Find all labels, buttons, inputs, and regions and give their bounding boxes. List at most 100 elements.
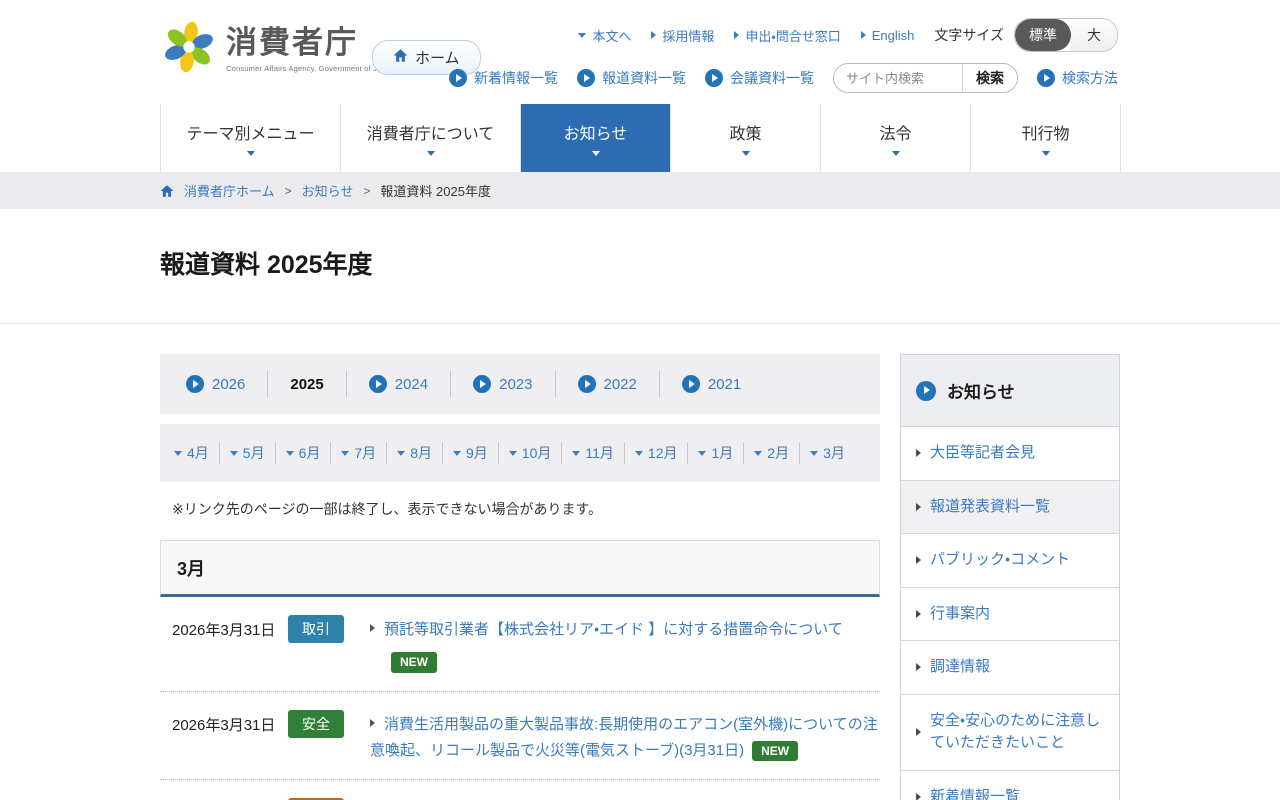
sidebar-item-safety-caution[interactable]: 安全・安心のために注意していただきたいこと [901, 695, 1119, 771]
nav-publications[interactable]: 刊行物 [971, 104, 1121, 172]
chevron-down-icon [892, 151, 900, 156]
play-circle-icon [369, 375, 387, 393]
agency-logo[interactable]: 消費者庁 Consumer Affairs Agency, Government… [162, 20, 395, 79]
arrow-right-icon [916, 610, 921, 618]
month-links: 4月 5月 6月 7月 8月 9月 10月 11月 12月 1月 2月 3月 [160, 424, 880, 482]
search-help-link[interactable]: 検索方法 [1037, 68, 1118, 88]
chevron-down-icon [247, 151, 255, 156]
news-row: 2026年3月31日 安全 消費生活用製品の重大製品事故:長期使用のエアコン(室… [160, 692, 880, 781]
font-size-standard-button[interactable]: 標準 [1015, 19, 1071, 51]
news-link[interactable]: 預託等取引業者【株式会社リア・エイド 】に対する措置命令について [384, 621, 843, 638]
chevron-down-icon [174, 451, 182, 456]
chevron-down-icon [427, 151, 435, 156]
month-link-7[interactable]: 7月 [331, 442, 387, 464]
chevron-down-icon [754, 451, 762, 456]
home-icon [393, 48, 408, 67]
agency-name: 消費者庁 [226, 26, 395, 60]
chevron-down-icon [578, 33, 586, 38]
sidebar-item-new-info[interactable]: 新着情報一覧 [901, 771, 1119, 800]
disclaimer-note: ※リンク先のページの一部は終了し、表示できない場合があります。 [172, 499, 880, 519]
news-link[interactable]: 消費生活用製品の重大製品事故:長期使用のエアコン(室外機)についての注意喚起、リ… [370, 716, 878, 759]
arrow-right-icon [734, 31, 739, 39]
chevron-down-icon [572, 451, 580, 456]
sidebar-item-press-conference[interactable]: 大臣等記者会見 [901, 427, 1119, 481]
month-link-10[interactable]: 10月 [499, 442, 563, 464]
play-circle-icon [577, 69, 595, 87]
category-badge-trade: 取引 [288, 615, 344, 643]
arrow-right-icon [916, 728, 921, 736]
arrow-right-icon [916, 503, 921, 511]
new-badge: NEW [391, 652, 437, 672]
chevron-down-icon [742, 151, 750, 156]
year-tabs: 2026 2025 2024 2023 2022 2021 [160, 354, 880, 414]
nav-policy[interactable]: 政策 [671, 104, 821, 172]
recruit-link[interactable]: 採用情報 [651, 26, 714, 45]
month-link-5[interactable]: 5月 [220, 442, 276, 464]
month-link-3[interactable]: 3月 [800, 442, 855, 464]
sidebar-item-events[interactable]: 行事案内 [901, 588, 1119, 642]
search-input[interactable] [834, 71, 962, 86]
arrow-right-icon [916, 556, 921, 564]
press-materials-list-link[interactable]: 報道資料一覧 [577, 68, 686, 88]
sidebar-header: お知らせ [901, 355, 1119, 427]
month-link-4[interactable]: 4月 [164, 442, 220, 464]
month-link-2[interactable]: 2月 [744, 442, 800, 464]
news-row: 2026年3月31日 制度 第7回現代社会における消費者取引の在り方を踏まえた消… [160, 780, 880, 800]
arrow-right-icon [370, 624, 375, 632]
month-link-9[interactable]: 9月 [443, 442, 499, 464]
month-link-12[interactable]: 12月 [625, 442, 689, 464]
arrow-right-icon [916, 449, 921, 457]
new-info-list-link[interactable]: 新着情報一覧 [449, 68, 558, 88]
breadcrumb-current: 報道資料 2025年度 [380, 181, 491, 200]
year-tab-2026[interactable]: 2026 [164, 371, 268, 397]
nav-theme-menu[interactable]: テーマ別メニュー [160, 104, 341, 172]
chevron-down-icon [397, 451, 405, 456]
year-tab-2023[interactable]: 2023 [451, 371, 555, 397]
play-circle-icon [916, 381, 936, 401]
skip-to-content-link[interactable]: 本文へ [578, 26, 631, 45]
chevron-down-icon [453, 451, 461, 456]
chevron-down-icon [509, 451, 517, 456]
news-list: 2026年3月31日 取引 預託等取引業者【株式会社リア・エイド 】に対する措置… [160, 597, 880, 800]
font-size-large-button[interactable]: 大 [1071, 19, 1117, 51]
month-link-6[interactable]: 6月 [276, 442, 332, 464]
nav-about-caa[interactable]: 消費者庁について [341, 104, 521, 172]
inquiry-link[interactable]: 申出・問合せ窓口 [734, 26, 840, 45]
site-search: 検索 [833, 63, 1018, 93]
month-link-11[interactable]: 11月 [562, 442, 625, 464]
search-button[interactable]: 検索 [962, 64, 1017, 92]
year-tab-2022[interactable]: 2022 [556, 371, 660, 397]
arrow-right-icon [370, 719, 375, 727]
nav-laws[interactable]: 法令 [821, 104, 971, 172]
font-size-label: 文字サイズ [934, 25, 1004, 45]
news-date: 2026年3月31日 [172, 710, 288, 735]
chevron-down-icon [698, 451, 706, 456]
english-link[interactable]: English [861, 28, 915, 43]
year-tab-2021[interactable]: 2021 [660, 371, 763, 397]
arrow-right-icon [651, 31, 656, 39]
month-link-1[interactable]: 1月 [688, 442, 744, 464]
nav-news[interactable]: お知らせ [521, 104, 671, 172]
year-tab-2024[interactable]: 2024 [347, 371, 451, 397]
chevron-down-icon [286, 451, 294, 456]
agency-name-english: Consumer Affairs Agency, Government of J… [226, 64, 395, 73]
chevron-down-icon [810, 451, 818, 456]
new-badge: NEW [752, 741, 798, 761]
quick-links: 新着情報一覧 報道資料一覧 会議資料一覧 検索 検索方法 [449, 63, 1118, 93]
sidebar-item-procurement[interactable]: 調達情報 [901, 641, 1119, 695]
sidebar-item-public-comment[interactable]: パブリック・コメント [901, 534, 1119, 588]
home-icon [160, 184, 174, 198]
utility-nav: 本文へ 採用情報 申出・問合せ窓口 English 文字サイズ 標準 大 [578, 18, 1118, 52]
chevron-down-icon [341, 451, 349, 456]
meeting-materials-list-link[interactable]: 会議資料一覧 [705, 68, 814, 88]
month-section-heading: 3月 [160, 540, 880, 597]
site-header: 消費者庁 Consumer Affairs Agency, Government… [0, 0, 1280, 104]
month-link-8[interactable]: 8月 [387, 442, 443, 464]
play-circle-icon [1037, 69, 1055, 87]
play-circle-icon [578, 375, 596, 393]
sidebar-item-press-releases[interactable]: 報道発表資料一覧 [901, 481, 1119, 535]
main-content: 2026 2025 2024 2023 2022 2021 [160, 354, 880, 800]
breadcrumb-news-link[interactable]: お知らせ [302, 181, 354, 200]
news-sidebar: お知らせ 大臣等記者会見 報道発表資料一覧 パブリック・コメント 行事案内 調達… [900, 354, 1120, 800]
breadcrumb-home-link[interactable]: 消費者庁ホーム [184, 181, 275, 200]
